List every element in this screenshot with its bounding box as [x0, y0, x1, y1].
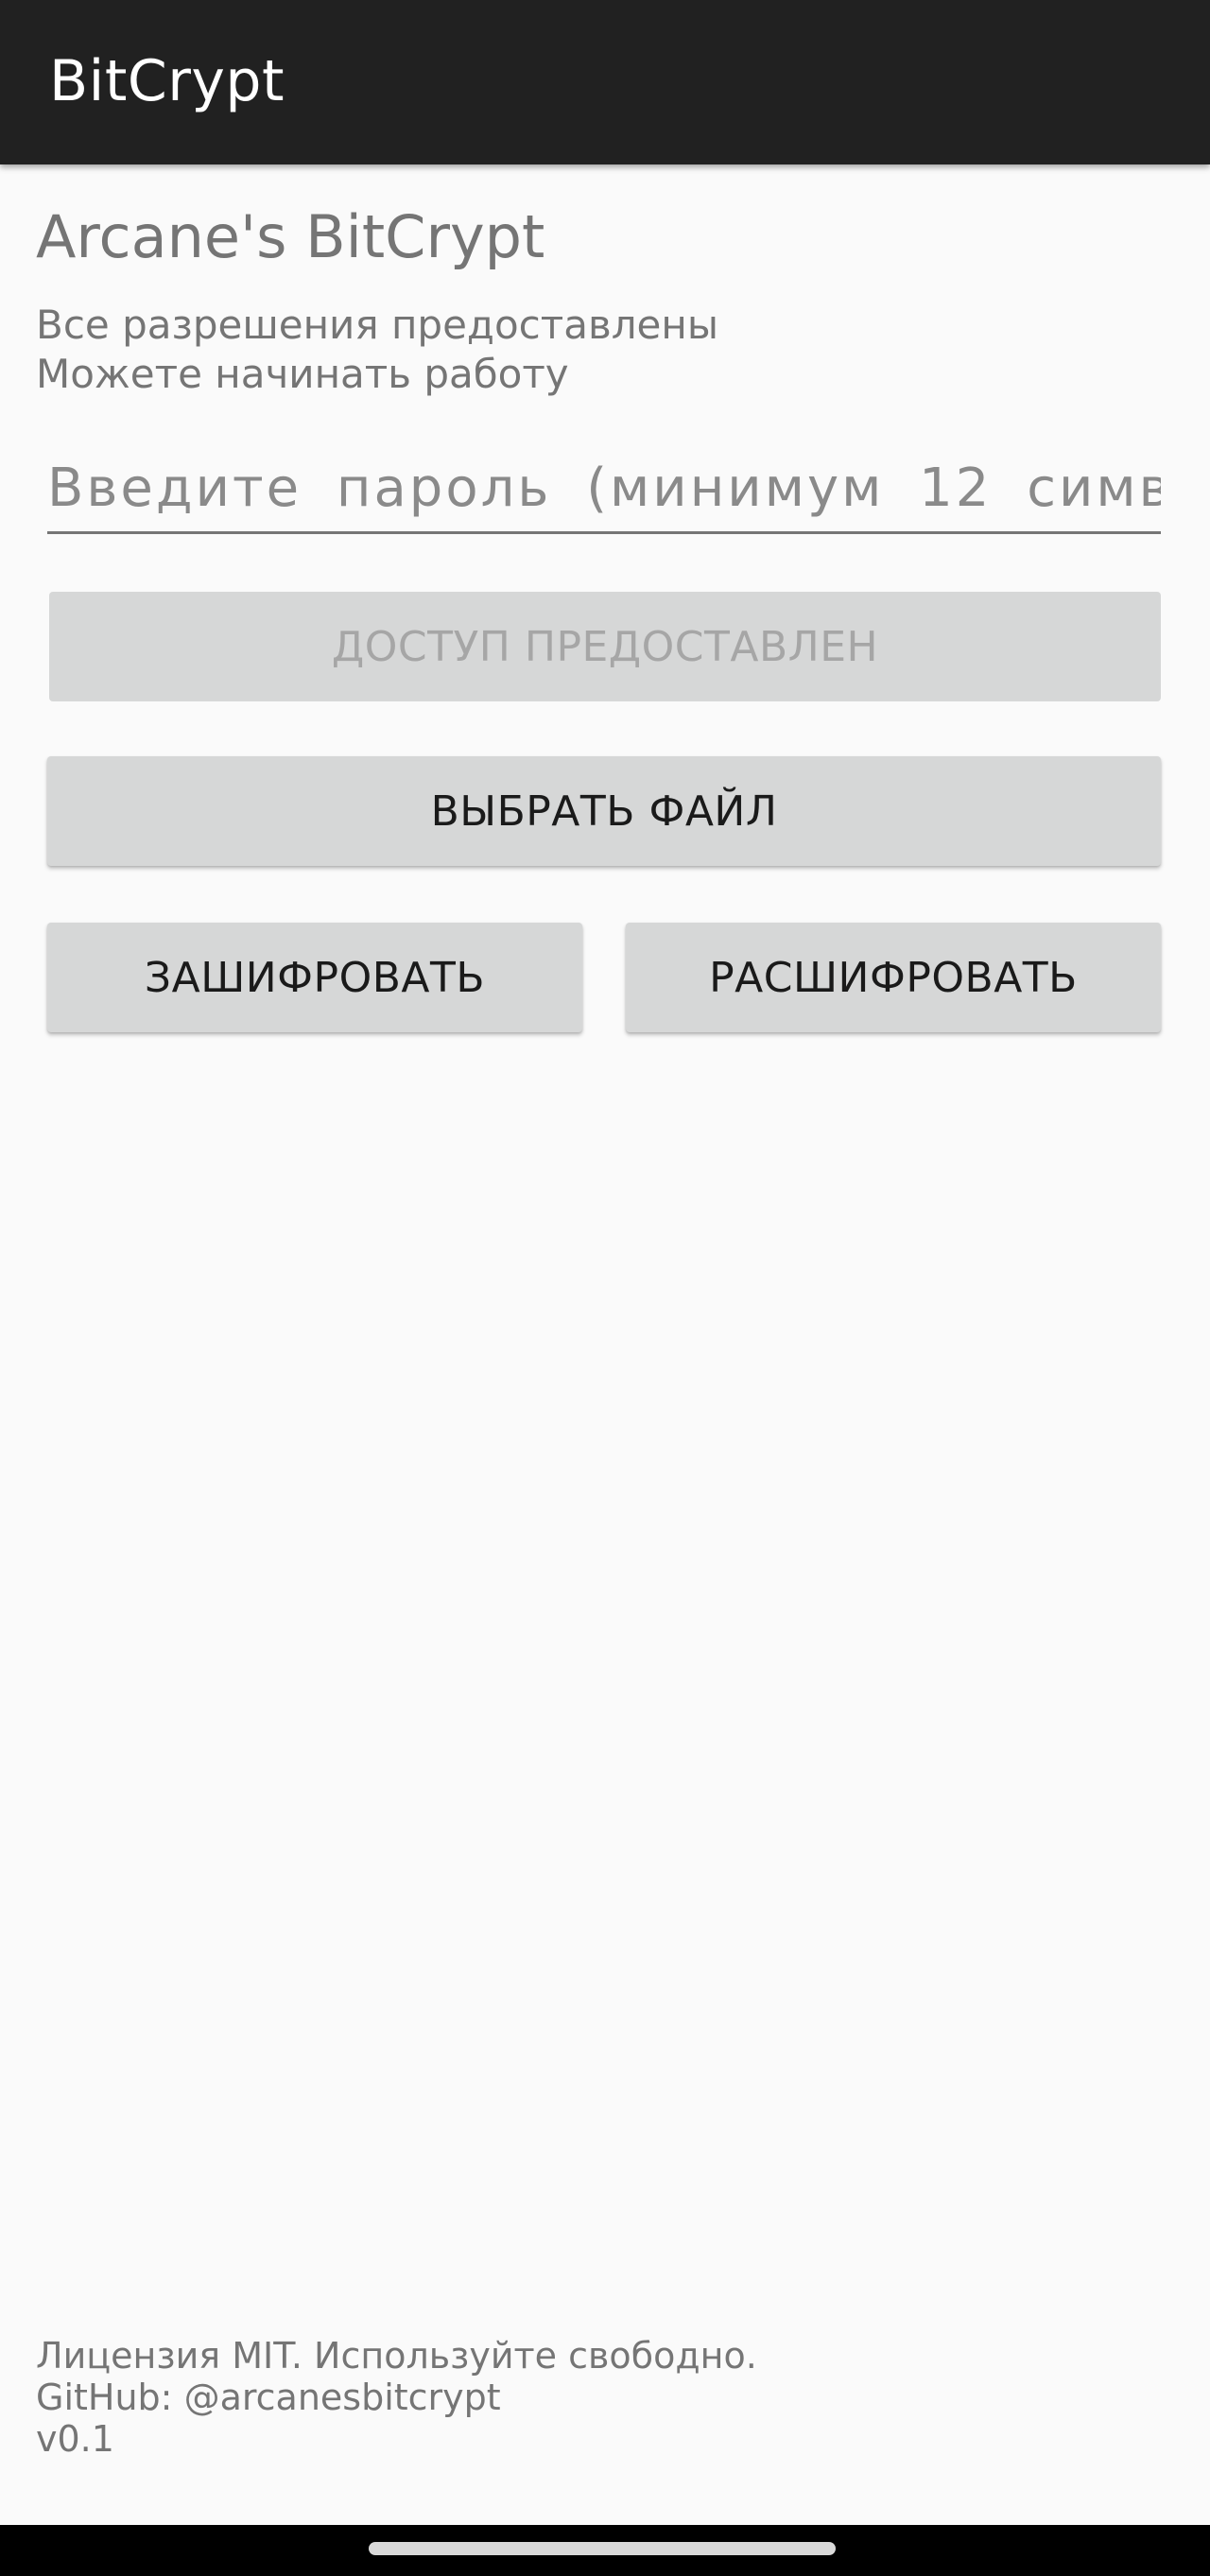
- decrypt-button[interactable]: РАСШИФРОВАТЬ: [626, 923, 1161, 1032]
- page-heading: Arcane's BitCrypt: [36, 202, 545, 271]
- password-input[interactable]: [47, 444, 1161, 534]
- app-bar: BitCrypt: [0, 0, 1210, 164]
- github-text: GitHub: @arcanesbitcrypt: [36, 2377, 501, 2418]
- home-indicator[interactable]: [369, 2542, 836, 2555]
- encrypt-button[interactable]: ЗАШИФРОВАТЬ: [47, 923, 582, 1032]
- version-text: v0.1: [36, 2418, 114, 2460]
- access-granted-button: ДОСТУП ПРЕДОСТАВЛЕН: [49, 592, 1161, 701]
- system-navigation-bar: [0, 2525, 1210, 2576]
- permission-status-text: Все разрешения предоставлены: [36, 302, 719, 348]
- select-file-button[interactable]: ВЫБРАТЬ ФАЙЛ: [47, 756, 1161, 866]
- ready-status-text: Можете начинать работу: [36, 351, 569, 397]
- app-bar-title: BitCrypt: [49, 48, 285, 114]
- license-text: Лицензия MIT. Используйте свободно.: [36, 2335, 757, 2377]
